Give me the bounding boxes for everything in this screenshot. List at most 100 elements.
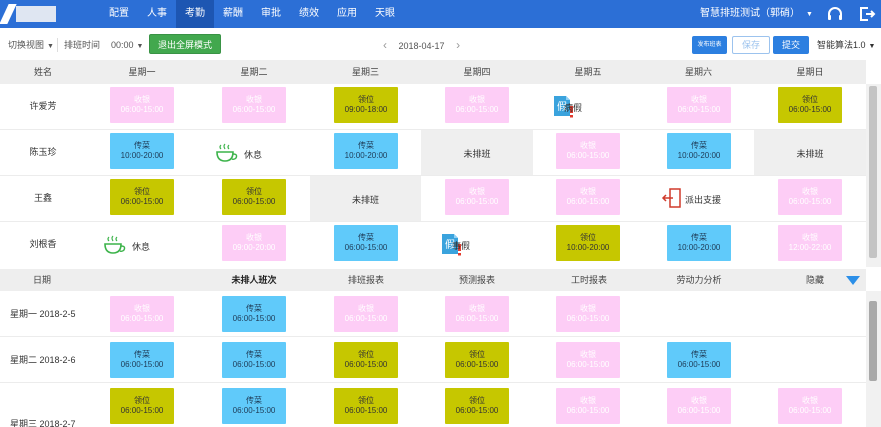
schedule-cell[interactable]: 领位 06:00-15:00 bbox=[86, 176, 198, 221]
shift-block[interactable]: 传菜 06:00-15:00 bbox=[222, 342, 286, 378]
bottom-tab[interactable]: 未排人班次 bbox=[198, 269, 310, 291]
shift-block[interactable]: 传菜 10:00-20:00 bbox=[334, 133, 398, 169]
bottom-tab[interactable]: 排班报表 bbox=[310, 269, 422, 291]
schedule-cell[interactable]: 传菜 10:00-20:00 bbox=[643, 130, 754, 175]
schedule-cell[interactable]: 收银 09:00-20:00 bbox=[198, 222, 310, 267]
shift-block[interactable]: 传菜 06:00-15:00 bbox=[222, 296, 286, 332]
schedule-cell[interactable]: 未排班 bbox=[754, 130, 866, 175]
schedule-cell[interactable]: 收银 06:00-15:00 bbox=[421, 84, 533, 129]
schedule-cell[interactable]: 假病假 bbox=[533, 84, 643, 129]
shift-block[interactable]: 收银 06:00-15:00 bbox=[222, 87, 286, 123]
schedule-cell[interactable]: 收银 06:00-15:00 bbox=[421, 176, 533, 221]
schedule-cell[interactable]: 传菜 10:00-20:00 bbox=[310, 130, 421, 175]
shift-block[interactable]: 收银 06:00-15:00 bbox=[556, 296, 620, 332]
shift-block[interactable]: 传菜 10:00-20:00 bbox=[110, 133, 174, 169]
schedule-cell[interactable]: 收银 06:00-15:00 bbox=[198, 84, 310, 129]
schedule-cell[interactable]: 收银 06:00-15:00 bbox=[86, 84, 198, 129]
exit-fullscreen-button[interactable]: 退出全屏模式 bbox=[149, 34, 221, 54]
shift-block[interactable]: 传菜 10:00-20:00 bbox=[667, 225, 731, 261]
shift-block[interactable]: 传菜 06:00-15:00 bbox=[334, 225, 398, 261]
shift-block[interactable]: 收银 06:00-15:00 bbox=[110, 296, 174, 332]
schedule-cell[interactable]: 领位 09:00-18:00 bbox=[310, 84, 421, 129]
shift-block[interactable]: 领位 06:00-15:00 bbox=[110, 179, 174, 215]
shift-block[interactable]: 领位 06:00-15:00 bbox=[222, 179, 286, 215]
shift-time-dropdown[interactable]: 00:00 ▼ bbox=[111, 33, 143, 57]
scrollbar-thumb[interactable] bbox=[869, 86, 877, 258]
shift-block[interactable]: 收银 06:00-15:00 bbox=[445, 179, 509, 215]
schedule-cell[interactable]: 领位 06:00-15:00 bbox=[754, 84, 866, 129]
schedule-cell[interactable]: 未排班 bbox=[310, 176, 421, 221]
hide-button[interactable]: 隐藏 bbox=[790, 269, 840, 291]
shift-block[interactable]: 收银 06:00-15:00 bbox=[110, 87, 174, 123]
schedule-scrollbar[interactable] bbox=[866, 84, 881, 267]
shift-block[interactable]: 收银 06:00-15:00 bbox=[334, 296, 398, 332]
user-menu[interactable]: 智慧排班测试（郭硝） ▼ bbox=[700, 0, 813, 28]
schedule-cell[interactable]: 休息 bbox=[198, 130, 310, 175]
schedule-cell[interactable]: 休息 bbox=[86, 222, 198, 267]
shift-block[interactable]: 领位 06:00-15:00 bbox=[778, 87, 842, 123]
shift-block[interactable]: 收银 06:00-15:00 bbox=[778, 179, 842, 215]
schedule-cell[interactable]: 收银 06:00-15:00 bbox=[754, 176, 866, 221]
prev-date-button[interactable]: ‹ bbox=[383, 33, 387, 57]
nav-item[interactable]: 配置 bbox=[100, 0, 138, 28]
submit-button[interactable]: 提交 bbox=[773, 36, 809, 54]
bottom-tab[interactable]: 预测报表 bbox=[421, 269, 533, 291]
shift-block[interactable]: 传菜 06:00-15:00 bbox=[222, 388, 286, 424]
schedule-cell[interactable]: 未排班 bbox=[421, 130, 533, 175]
shift-block[interactable]: 传菜 10:00-20:00 bbox=[667, 133, 731, 169]
logout-icon[interactable] bbox=[858, 5, 876, 23]
shift-role: 收银 bbox=[246, 233, 262, 242]
shift-block[interactable]: 领位 06:00-15:00 bbox=[445, 342, 509, 378]
schedule-cell[interactable]: 传菜 10:00-20:00 bbox=[86, 130, 198, 175]
shift-block[interactable]: 领位 10:00-20:00 bbox=[556, 225, 620, 261]
scrollbar-thumb[interactable] bbox=[869, 301, 877, 381]
schedule-cell[interactable]: 领位 10:00-20:00 bbox=[533, 222, 643, 267]
nav-item[interactable]: 应用 bbox=[328, 0, 366, 28]
shift-block[interactable]: 收银 09:00-20:00 bbox=[222, 225, 286, 261]
nav-item[interactable]: 考勤 bbox=[176, 0, 214, 28]
schedule-cell[interactable]: 传菜 06:00-15:00 bbox=[310, 222, 421, 267]
shift-block[interactable]: 领位 06:00-15:00 bbox=[110, 388, 174, 424]
shift-block[interactable]: 收银 06:00-15:00 bbox=[445, 87, 509, 123]
shift-block[interactable]: 领位 06:00-15:00 bbox=[334, 342, 398, 378]
shift-block[interactable]: 领位 09:00-18:00 bbox=[334, 87, 398, 123]
schedule-cell[interactable]: 传菜 10:00-20:00 bbox=[643, 222, 754, 267]
shift-block[interactable]: 收银 12:00-22:00 bbox=[778, 225, 842, 261]
shift-block[interactable]: 收银 06:00-15:00 bbox=[778, 388, 842, 424]
bottom-scrollbar[interactable] bbox=[866, 291, 881, 427]
shift-block[interactable]: 收银 06:00-15:00 bbox=[667, 388, 731, 424]
schedule-cell[interactable]: 假事假 bbox=[421, 222, 533, 267]
shift-block[interactable]: 领位 06:00-15:00 bbox=[445, 388, 509, 424]
shift-block[interactable]: 传菜 06:00-15:00 bbox=[110, 342, 174, 378]
schedule-header: 姓名 星期一 星期二 星期三 星期四 星期五 星期六 星期日 bbox=[0, 60, 866, 84]
schedule-cell[interactable]: 收银 06:00-15:00 bbox=[533, 176, 643, 221]
shift-block[interactable]: 收银 06:00-15:00 bbox=[556, 133, 620, 169]
schedule-cell[interactable]: 收银 06:00-15:00 bbox=[533, 130, 643, 175]
algorithm-dropdown[interactable]: 智能算法1.0 ▼ bbox=[817, 33, 875, 57]
nav-item[interactable]: 绩效 bbox=[290, 0, 328, 28]
schedule-cell[interactable]: 收银 06:00-15:00 bbox=[643, 84, 754, 129]
publish-button[interactable]: 发布班表 bbox=[692, 36, 727, 54]
schedule-cell[interactable]: 派出支援 bbox=[643, 176, 754, 221]
collapse-triangle-icon[interactable] bbox=[846, 276, 860, 285]
switch-view-dropdown[interactable]: 切换视图 ▼ bbox=[8, 33, 54, 57]
shift-block[interactable]: 传菜 06:00-15:00 bbox=[667, 342, 731, 378]
brand-logo[interactable] bbox=[0, 0, 70, 28]
bottom-tab[interactable]: 工时报表 bbox=[533, 269, 645, 291]
save-button[interactable]: 保存 bbox=[732, 36, 770, 54]
nav-item[interactable]: 薪酬 bbox=[214, 0, 252, 28]
next-date-button[interactable]: › bbox=[456, 33, 460, 57]
shift-block[interactable]: 领位 06:00-15:00 bbox=[334, 388, 398, 424]
bottom-tab[interactable]: 劳动力分析 bbox=[643, 269, 755, 291]
schedule-cell[interactable]: 收银 12:00-22:00 bbox=[754, 222, 866, 267]
nav-item[interactable]: 人事 bbox=[138, 0, 176, 28]
shift-block[interactable]: 收银 06:00-15:00 bbox=[667, 87, 731, 123]
nav-item[interactable]: 审批 bbox=[252, 0, 290, 28]
schedule-cell[interactable]: 领位 06:00-15:00 bbox=[198, 176, 310, 221]
shift-block[interactable]: 收银 06:00-15:00 bbox=[556, 342, 620, 378]
nav-item[interactable]: 天眼 bbox=[366, 0, 404, 28]
shift-block[interactable]: 收银 06:00-15:00 bbox=[445, 296, 509, 332]
shift-block[interactable]: 收银 06:00-15:00 bbox=[556, 388, 620, 424]
shift-block[interactable]: 收银 06:00-15:00 bbox=[556, 179, 620, 215]
headset-icon[interactable] bbox=[826, 5, 844, 23]
